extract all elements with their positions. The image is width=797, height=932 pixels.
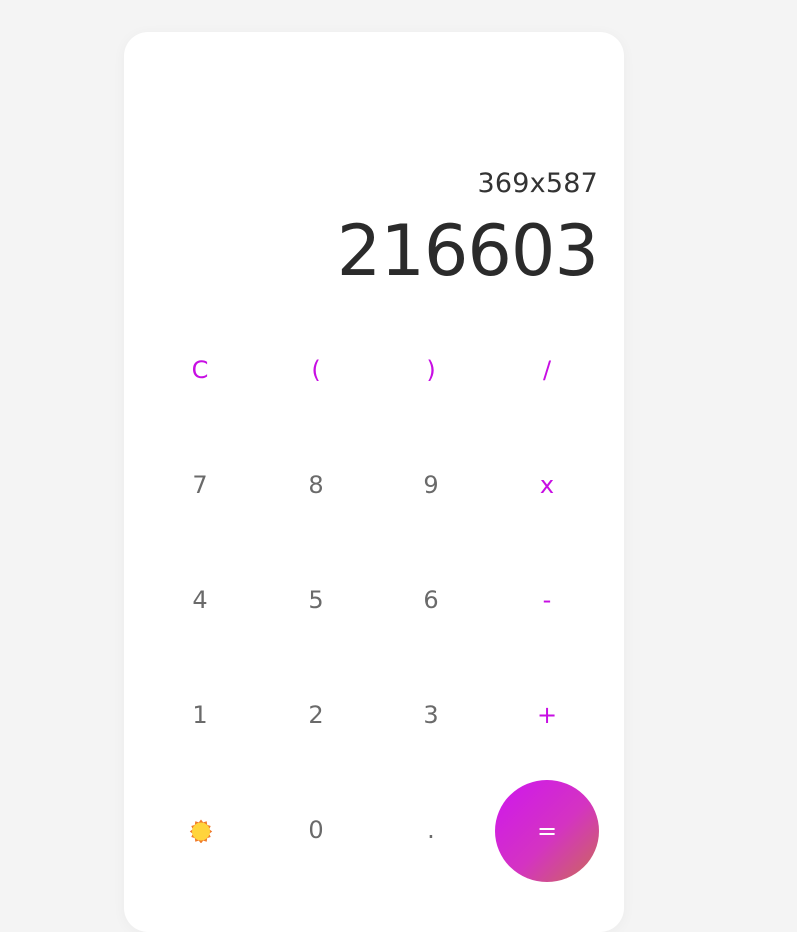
calculator-panel: 369x587 216603 C ( ) / 7 8 9 x 4 5 6 - 1… — [124, 32, 624, 932]
six-button[interactable]: 6 — [379, 550, 483, 650]
theme-toggle-button[interactable] — [148, 780, 252, 880]
zero-button[interactable]: 0 — [264, 780, 368, 880]
divide-button[interactable]: / — [495, 320, 599, 420]
five-button[interactable]: 5 — [264, 550, 368, 650]
add-button[interactable]: + — [495, 665, 599, 765]
equals-button[interactable]: = — [495, 780, 599, 882]
result-display: 216603 — [336, 210, 599, 292]
close-paren-button[interactable]: ) — [379, 320, 483, 420]
expression-display: 369x587 — [477, 168, 598, 199]
four-button[interactable]: 4 — [148, 550, 252, 650]
two-button[interactable]: 2 — [264, 665, 368, 765]
open-paren-button[interactable]: ( — [264, 320, 368, 420]
clear-button[interactable]: C — [148, 320, 252, 420]
nine-button[interactable]: 9 — [379, 435, 483, 535]
multiply-button[interactable]: x — [495, 435, 599, 535]
decimal-button[interactable]: . — [379, 780, 483, 880]
sun-icon — [189, 819, 213, 843]
one-button[interactable]: 1 — [148, 665, 252, 765]
three-button[interactable]: 3 — [379, 665, 483, 765]
subtract-button[interactable]: - — [495, 550, 599, 650]
eight-button[interactable]: 8 — [264, 435, 368, 535]
seven-button[interactable]: 7 — [148, 435, 252, 535]
